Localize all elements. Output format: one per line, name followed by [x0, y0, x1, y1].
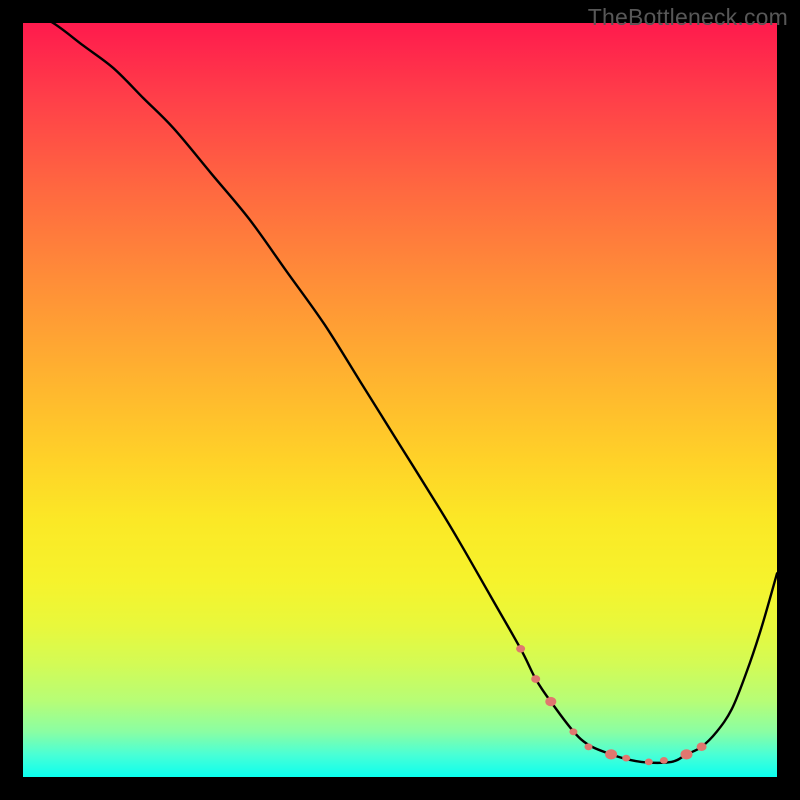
highlight-marker	[681, 749, 693, 759]
watermark-text: TheBottleneck.com	[588, 4, 788, 31]
highlight-marker	[569, 728, 577, 735]
highlight-marker	[697, 743, 707, 752]
highlight-marker	[645, 759, 653, 766]
bottleneck-curve	[23, 23, 777, 763]
marker-group	[516, 645, 707, 765]
highlight-marker	[531, 675, 540, 683]
highlight-marker	[585, 743, 593, 750]
plot-area	[23, 23, 777, 777]
highlight-marker	[622, 755, 630, 762]
highlight-marker	[516, 645, 525, 653]
curve-layer	[23, 23, 777, 777]
highlight-marker	[605, 749, 617, 759]
chart-frame: TheBottleneck.com	[0, 0, 800, 800]
highlight-marker	[545, 697, 556, 706]
highlight-marker	[660, 757, 668, 764]
